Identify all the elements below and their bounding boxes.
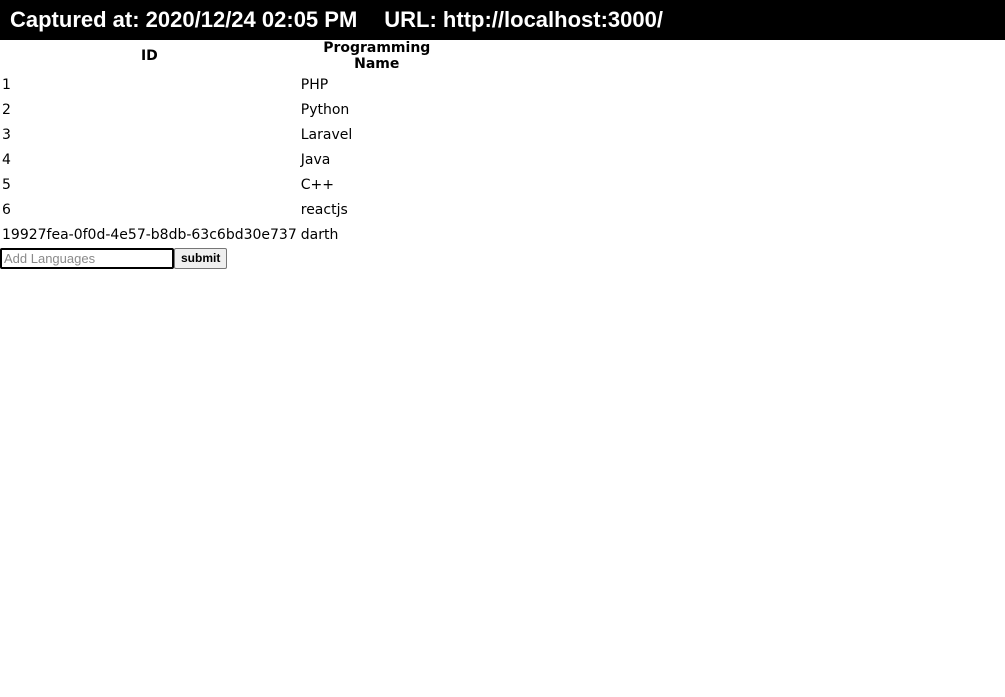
row-name-cell: Python <box>300 101 350 118</box>
row-name-cell: reactjs <box>300 201 348 218</box>
name-column-header: Programming Name <box>323 40 431 72</box>
add-language-input[interactable] <box>0 247 174 269</box>
row-id-cell: 6 <box>2 201 11 218</box>
row-id-cell: 4 <box>2 151 11 168</box>
submit-button[interactable]: submit <box>174 247 228 269</box>
row-name-cell: darth <box>300 226 339 243</box>
row-id-cell: 3 <box>2 126 11 143</box>
capture-info-bar: Captured at: 2020/12/24 02:05 PM URL: htt… <box>0 0 1005 40</box>
captured-url: URL: http://localhost:3000/ <box>384 7 663 32</box>
row-id-cell: 2 <box>2 101 11 118</box>
row-name-cell: Java <box>300 151 331 168</box>
table-header-row: ID Programming Name <box>0 40 455 72</box>
row-name-cell: PHP <box>300 76 329 93</box>
row-name-cell: Laravel <box>300 126 353 143</box>
id-column-header: ID <box>140 48 158 64</box>
table-row: 1 PHP <box>0 72 455 97</box>
row-id-cell: 1 <box>2 76 11 93</box>
table-row: 4 Java <box>0 147 455 172</box>
row-id-cell: 19927fea-0f0d-4e57-b8db-63c6bd30e737 <box>2 226 297 243</box>
add-language-form: submit <box>0 247 1005 269</box>
captured-timestamp: Captured at: 2020/12/24 02:05 PM <box>10 7 358 32</box>
table-row: 3 Laravel <box>0 122 455 147</box>
table-row: 6 reactjs <box>0 197 455 222</box>
row-name-cell: C++ <box>300 176 334 193</box>
languages-table: ID Programming Name 1 PHP 2 Python 3 Lar… <box>0 40 455 247</box>
row-id-cell: 5 <box>2 176 11 193</box>
table-row: 19927fea-0f0d-4e57-b8db-63c6bd30e737 dar… <box>0 222 455 247</box>
table-row: 2 Python <box>0 97 455 122</box>
table-row: 5 C++ <box>0 172 455 197</box>
